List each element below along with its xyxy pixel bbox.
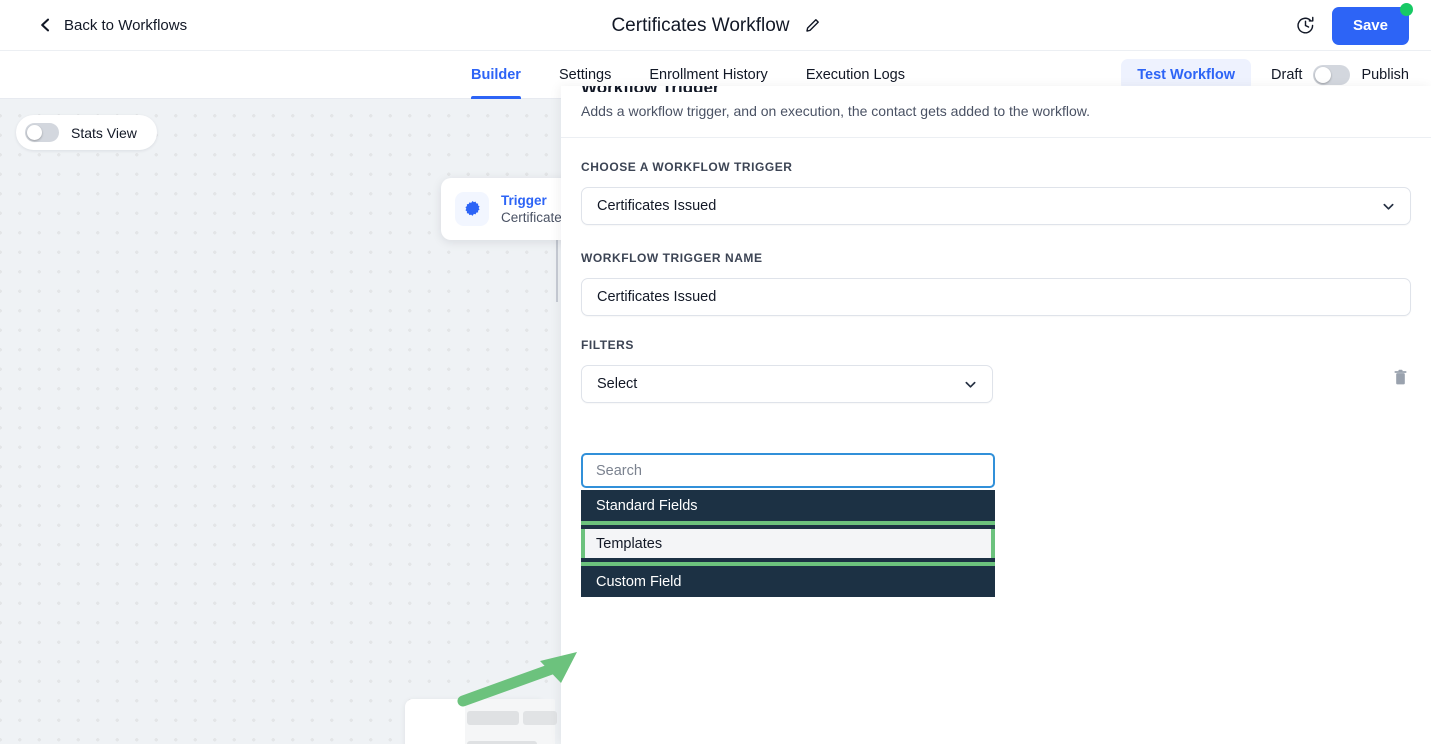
choose-trigger-label: CHOOSE A WORKFLOW TRIGGER bbox=[581, 160, 793, 174]
trigger-name-field: WORKFLOW TRIGGER NAME Certificates Issue… bbox=[581, 251, 1411, 316]
dropdown-group-label: Standard Fields bbox=[596, 497, 698, 514]
page-title: Certificates Workflow bbox=[611, 14, 790, 36]
dropdown-list: Standard Fields Templates Custom Field bbox=[581, 490, 995, 740]
annotation-arrow-icon bbox=[457, 652, 577, 707]
workflow-builder-app: Back to Workflows Certificates Workflow … bbox=[0, 0, 1431, 744]
filters-field: FILTERS Select bbox=[581, 338, 1411, 403]
stats-view-toggle[interactable] bbox=[25, 123, 59, 142]
tab-builder[interactable]: Builder bbox=[471, 51, 521, 99]
save-button[interactable]: Save bbox=[1331, 2, 1413, 45]
dropdown-group-label: Custom Field bbox=[596, 573, 682, 590]
skeleton-bar bbox=[523, 711, 557, 725]
trigger-name-label: WORKFLOW TRIGGER NAME bbox=[581, 251, 763, 265]
tab-execution-logs-label: Execution Logs bbox=[805, 67, 905, 83]
trigger-name-value: Certificates Issued bbox=[597, 289, 717, 305]
dropdown-item-label: Templates bbox=[596, 535, 663, 552]
dropdown-empty-area bbox=[581, 597, 995, 740]
workflow-title-group: Certificates Workflow bbox=[0, 0, 1431, 51]
trigger-name-input[interactable]: Certificates Issued bbox=[581, 278, 1411, 316]
history-clock-icon[interactable] bbox=[1295, 15, 1316, 36]
publish-label: Publish bbox=[1361, 67, 1409, 83]
dropdown-item-templates[interactable]: Templates bbox=[581, 529, 995, 558]
unsaved-changes-indicator bbox=[1400, 2, 1413, 16]
pencil-icon[interactable] bbox=[805, 18, 820, 33]
workflow-node-subtitle: Certificates bbox=[501, 210, 569, 225]
filters-label: FILTERS bbox=[581, 338, 634, 352]
workflow-node-text: Trigger Certificates bbox=[501, 193, 569, 225]
publish-toggle-knob bbox=[1315, 67, 1332, 83]
publish-toggle-group: Draft Publish bbox=[1271, 65, 1409, 85]
stats-view-label: Stats View bbox=[71, 124, 137, 141]
node-connector-line bbox=[556, 240, 558, 302]
filter-select[interactable]: Select bbox=[581, 365, 993, 403]
stats-view-toggle-pill[interactable]: Stats View bbox=[16, 115, 157, 150]
header-actions: Save bbox=[1295, 0, 1413, 51]
trigger-form: CHOOSE A WORKFLOW TRIGGER Certificates I… bbox=[561, 138, 1431, 403]
dropdown-search-box[interactable] bbox=[581, 453, 995, 488]
tab-enrollment-history-label: Enrollment History bbox=[649, 67, 768, 83]
skeleton-bar bbox=[467, 711, 519, 725]
choose-trigger-field: CHOOSE A WORKFLOW TRIGGER Certificates I… bbox=[581, 160, 1411, 225]
stats-view-toggle-knob bbox=[27, 125, 42, 140]
back-to-workflows-button[interactable]: Back to Workflows bbox=[38, 17, 187, 34]
filter-field-dropdown: Standard Fields Templates Custom Field bbox=[581, 453, 995, 740]
publish-toggle[interactable] bbox=[1313, 65, 1351, 85]
chevron-down-icon bbox=[964, 378, 977, 391]
tab-builder-label: Builder bbox=[471, 67, 521, 83]
panel-description: Adds a workflow trigger, and on executio… bbox=[581, 103, 1090, 119]
search-input[interactable] bbox=[596, 462, 980, 479]
filter-row: Select bbox=[581, 352, 1411, 403]
panel-title: Workflow Trigger bbox=[581, 86, 1411, 92]
choose-trigger-select[interactable]: Certificates Issued bbox=[581, 187, 1411, 225]
top-header: Back to Workflows Certificates Workflow … bbox=[0, 0, 1431, 51]
back-to-workflows-label: Back to Workflows bbox=[64, 16, 188, 34]
tab-settings-label: Settings bbox=[558, 67, 612, 83]
delete-filter-button[interactable] bbox=[1389, 367, 1411, 389]
draft-label: Draft bbox=[1271, 67, 1303, 83]
save-button-label: Save bbox=[1352, 17, 1388, 34]
trigger-starburst-icon bbox=[455, 192, 489, 226]
choose-trigger-value: Certificates Issued bbox=[597, 198, 717, 214]
dropdown-group-standard-fields: Standard Fields bbox=[581, 490, 995, 521]
workflow-node-title: Trigger bbox=[501, 193, 547, 208]
dropdown-group-custom-field: Custom Field bbox=[581, 566, 995, 597]
panel-header: Workflow Trigger Adds a workflow trigger… bbox=[561, 86, 1431, 119]
filter-select-value: Select bbox=[597, 376, 638, 392]
chevron-left-icon bbox=[38, 18, 52, 32]
dropdown-item-highlight-frame: Templates bbox=[581, 521, 995, 566]
chevron-down-icon bbox=[1382, 200, 1395, 213]
